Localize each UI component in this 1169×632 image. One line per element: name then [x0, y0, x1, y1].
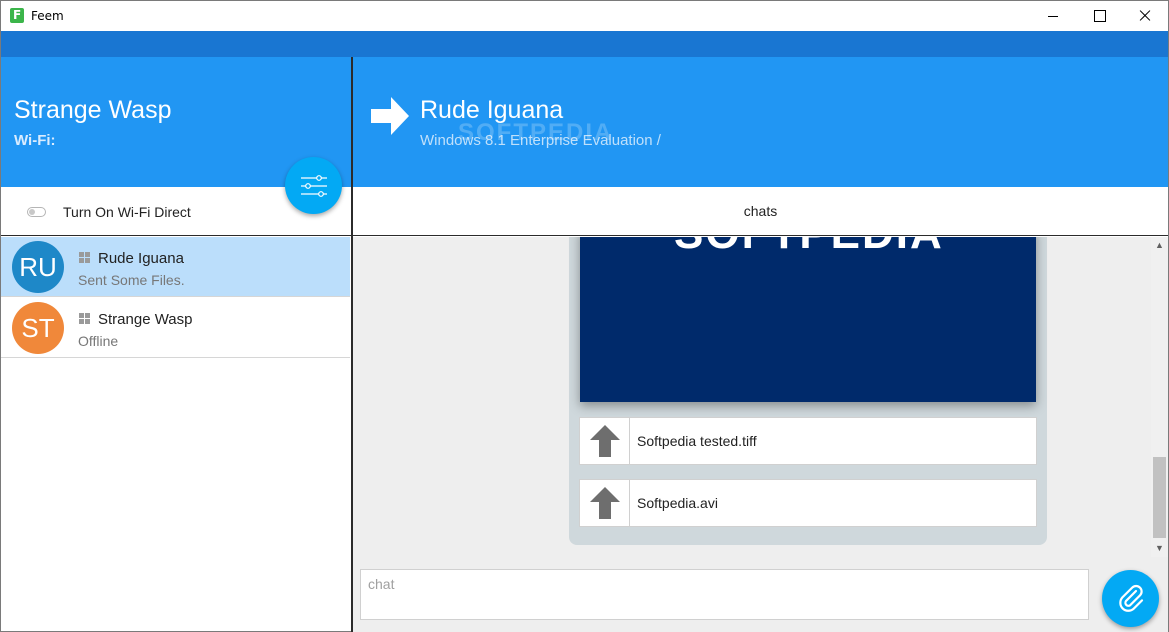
- self-device-name: Strange Wasp: [14, 96, 172, 124]
- avatar: ST: [12, 302, 64, 354]
- device-item-strange-wasp[interactable]: ST Strange Wasp Offline: [1, 298, 350, 358]
- wifi-label: Wi-Fi:: [14, 132, 56, 149]
- scroll-down-icon[interactable]: ▼: [1151, 540, 1168, 557]
- send-arrow-icon: [371, 97, 409, 135]
- paperclip-icon: [1119, 584, 1144, 612]
- device-item-rude-iguana[interactable]: RU Rude Iguana Sent Some Files.: [1, 237, 350, 297]
- avatar: RU: [12, 241, 64, 293]
- tab-bar: chats: [353, 187, 1168, 236]
- file-item[interactable]: Softpedia tested.tiff: [579, 417, 1037, 465]
- divider: [1, 235, 351, 236]
- title-bar: Feem: [1, 1, 1168, 31]
- image-preview[interactable]: SOFTPEDIA: [580, 237, 1036, 402]
- device-status: Offline: [78, 333, 119, 349]
- settings-button[interactable]: [285, 157, 342, 214]
- scroll-thumb[interactable]: [1153, 457, 1166, 538]
- image-preview-text: SOFTPEDIA: [674, 237, 944, 259]
- feem-logo-icon: [10, 8, 24, 23]
- window-title: Feem: [31, 9, 64, 23]
- chat-history[interactable]: SOFTPEDIA Softpedia tested.tiff Softpedi…: [353, 237, 1151, 557]
- device-name: Strange Wasp: [98, 311, 193, 328]
- file-name: Softpedia.avi: [637, 495, 718, 511]
- attach-button[interactable]: [1102, 570, 1159, 627]
- app-window: Feem Strange Wasp Wi-Fi: Turn On Wi-Fi D…: [0, 0, 1169, 632]
- upload-arrow-icon: [580, 480, 630, 526]
- wifi-direct-toggle[interactable]: [27, 207, 46, 217]
- device-list: RU Rude Iguana Sent Some Files. ST Stran…: [1, 237, 351, 631]
- tab-chats[interactable]: chats: [353, 187, 1168, 236]
- composer: [353, 557, 1168, 632]
- scroll-up-icon[interactable]: ▲: [1151, 237, 1168, 254]
- watermark: SOFTPEDIA: [458, 119, 614, 146]
- file-item[interactable]: Softpedia.avi: [579, 479, 1037, 527]
- divider: [353, 235, 1168, 236]
- message-bubble: SOFTPEDIA Softpedia tested.tiff Softpedi…: [569, 237, 1047, 545]
- chat-scrollbar[interactable]: ▲ ▼: [1151, 237, 1168, 557]
- top-strip: [1, 31, 1168, 57]
- device-name: Rude Iguana: [98, 250, 184, 267]
- conversation-header: Rude Iguana Windows 8.1 Enterprise Evalu…: [353, 57, 1168, 187]
- wifi-direct-label: Turn On Wi-Fi Direct: [63, 204, 191, 220]
- sliders-icon: [301, 175, 327, 197]
- file-name: Softpedia tested.tiff: [637, 433, 757, 449]
- chat-input[interactable]: [360, 569, 1089, 620]
- upload-arrow-icon: [580, 418, 630, 464]
- device-status: Sent Some Files.: [78, 272, 185, 288]
- windows-icon: [79, 313, 91, 325]
- minimize-button[interactable]: [1030, 1, 1076, 31]
- close-button[interactable]: [1122, 1, 1168, 31]
- maximize-button[interactable]: [1076, 1, 1122, 31]
- windows-icon: [79, 252, 91, 264]
